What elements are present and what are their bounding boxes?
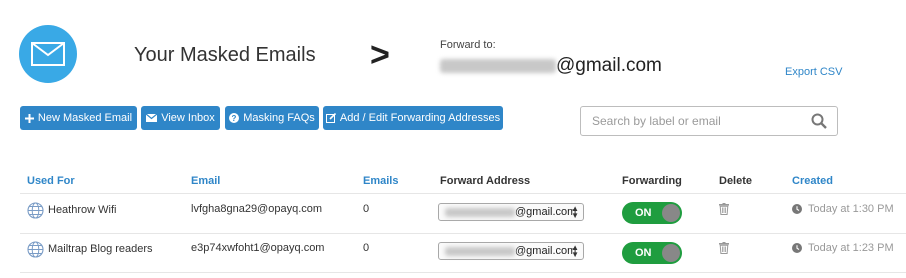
column-header-email[interactable]: Email (191, 175, 220, 187)
trash-icon[interactable] (719, 203, 729, 215)
table-header-divider (20, 193, 906, 194)
inbox-icon (146, 114, 158, 122)
edit-forwarding-addresses-label: Add / Edit Forwarding Addresses (339, 112, 501, 124)
forward-address-domain: @gmail.com (556, 55, 662, 76)
toggle-state-label: ON (635, 207, 652, 219)
edit-forwarding-addresses-button[interactable]: Add / Edit Forwarding Addresses (323, 106, 503, 130)
toggle-knob (662, 244, 680, 262)
column-header-delete: Delete (719, 175, 753, 187)
forward-address: @gmail.com (440, 55, 662, 77)
plus-icon (24, 113, 34, 123)
forward-address-select[interactable]: @gmail.com ▲ ▼ (438, 242, 584, 260)
view-inbox-button[interactable]: View Inbox (141, 106, 220, 130)
select-arrows-icon: ▲ ▼ (571, 204, 579, 220)
emails-count-cell: 0 (363, 242, 370, 254)
redacted-address (445, 207, 515, 217)
masked-email-cell: lvfgha8gna29@opayq.com (191, 203, 323, 215)
forward-to-label: Forward to: (440, 39, 496, 51)
view-inbox-label: View Inbox (161, 112, 215, 124)
masked-email-cell: e3p74xwfoht1@opayq.com (191, 242, 325, 254)
export-csv-link[interactable]: Export CSV (785, 66, 842, 78)
emails-count-cell: 0 (363, 203, 370, 215)
forward-address-select[interactable]: @gmail.com ▲ ▼ (438, 203, 584, 221)
toggle-state-label: ON (635, 247, 652, 259)
clock-icon (792, 243, 802, 253)
forwarding-toggle[interactable]: ON (622, 202, 682, 224)
used-for-cell: Mailtrap Blog readers (27, 240, 153, 258)
column-header-forward-address: Forward Address (440, 175, 531, 187)
masking-faqs-label: Masking FAQs (243, 112, 315, 124)
created-cell: Today at 1:30 PM (792, 203, 894, 215)
used-for-cell: Heathrow Wifi (27, 201, 117, 219)
search-box (580, 106, 838, 136)
clock-icon (792, 204, 802, 214)
created-cell: Today at 1:23 PM (792, 242, 894, 254)
new-masked-email-label: New Masked Email (37, 112, 133, 124)
globe-icon (27, 240, 44, 258)
created-time: Today at 1:30 PM (808, 203, 894, 215)
column-header-emails[interactable]: Emails (363, 175, 398, 187)
svg-text:?: ? (232, 114, 237, 123)
masking-faqs-button[interactable]: ? Masking FAQs (225, 106, 319, 130)
column-header-created[interactable]: Created (792, 175, 833, 187)
column-header-forwarding: Forwarding (622, 175, 682, 187)
toggle-knob (662, 204, 680, 222)
table-row-divider (20, 233, 906, 234)
redacted-address (440, 59, 556, 73)
page-title: Your Masked Emails (134, 44, 316, 66)
column-header-used-for[interactable]: Used For (27, 175, 75, 187)
search-icon[interactable] (811, 113, 827, 129)
edit-icon (325, 113, 336, 123)
question-icon: ? (229, 113, 240, 123)
redacted-address (445, 246, 515, 256)
used-for-label: Mailtrap Blog readers (48, 243, 153, 255)
new-masked-email-button[interactable]: New Masked Email (20, 106, 137, 130)
forward-address-domain: @gmail.com (515, 206, 577, 218)
used-for-label: Heathrow Wifi (48, 204, 117, 216)
app-logo (19, 25, 77, 83)
envelope-icon (31, 42, 65, 66)
trash-icon[interactable] (719, 242, 729, 254)
search-input[interactable] (592, 114, 802, 128)
select-arrows-icon: ▲ ▼ (571, 243, 579, 259)
table-row-divider (20, 272, 906, 273)
created-time: Today at 1:23 PM (808, 242, 894, 254)
globe-icon (27, 201, 44, 219)
arrow-right-icon: > (370, 36, 390, 74)
forwarding-toggle[interactable]: ON (622, 242, 682, 264)
forward-address-domain: @gmail.com (515, 245, 577, 257)
